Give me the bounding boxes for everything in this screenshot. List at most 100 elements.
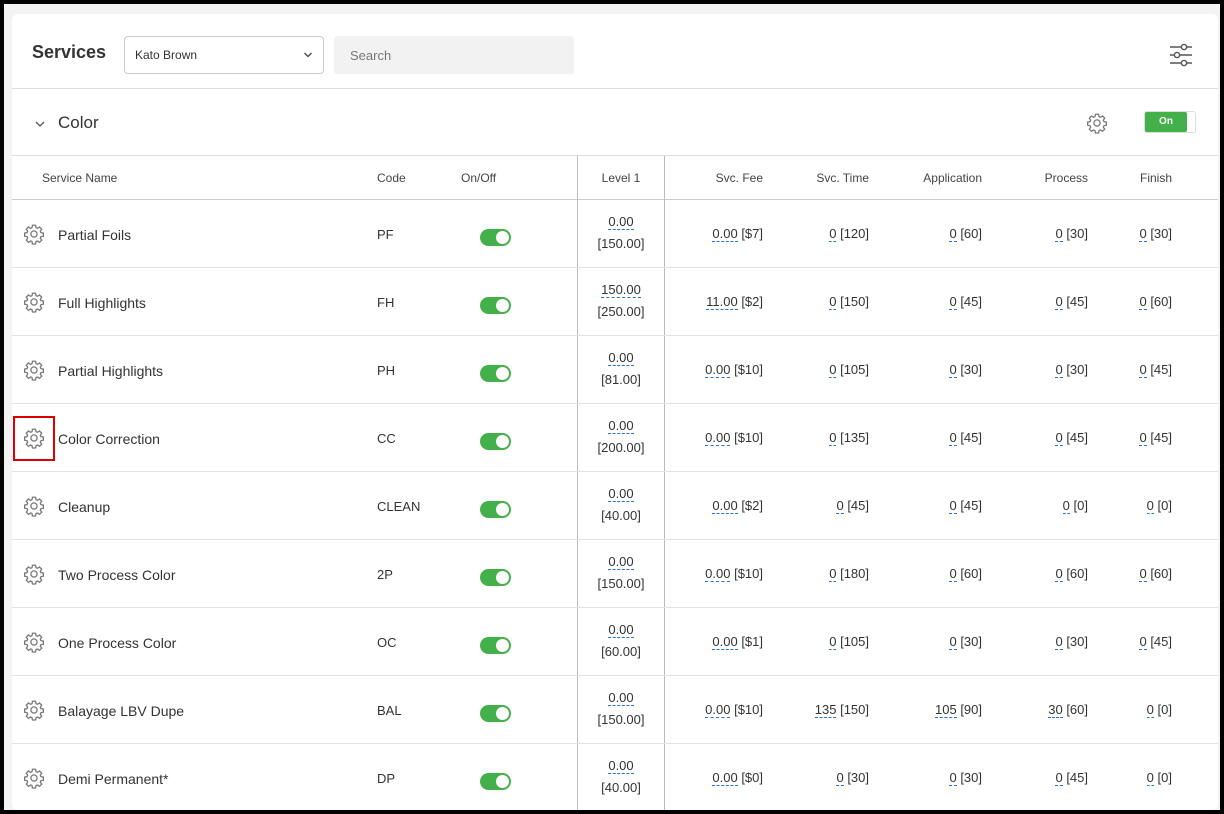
svc-fee-value[interactable]: 0.00: [705, 362, 731, 378]
svc-fee: 0.00 [$10]: [663, 362, 763, 378]
gear-icon[interactable]: [23, 427, 45, 449]
process-value[interactable]: 0: [1055, 294, 1063, 310]
service-on-toggle[interactable]: [480, 297, 511, 314]
level1-price[interactable]: 0.00: [608, 486, 634, 502]
level1-price[interactable]: 0.00: [608, 350, 634, 366]
service-code: DP: [377, 771, 396, 786]
svc-time-value[interactable]: 135: [814, 702, 837, 718]
process-value[interactable]: 0: [1055, 226, 1063, 242]
service-on-toggle[interactable]: [480, 773, 511, 790]
col-code[interactable]: Code: [377, 171, 406, 185]
level1-price[interactable]: 0.00: [608, 214, 634, 230]
col-finish[interactable]: Finish: [1072, 171, 1172, 185]
process-value[interactable]: 0: [1062, 498, 1070, 514]
gear-icon[interactable]: [23, 359, 45, 381]
finish: 0 [60]: [1072, 566, 1172, 582]
col-level1[interactable]: Level 1: [578, 171, 664, 185]
application-value[interactable]: 0: [949, 226, 957, 242]
gear-icon[interactable]: [23, 563, 45, 585]
process-value[interactable]: 30: [1048, 702, 1063, 718]
finish-value[interactable]: 0: [1146, 702, 1154, 718]
section-on-toggle[interactable]: On: [1144, 111, 1196, 133]
finish-value[interactable]: 0: [1139, 362, 1147, 378]
svc-time-value[interactable]: 0: [829, 362, 837, 378]
finish-value[interactable]: 0: [1139, 566, 1147, 582]
level1-price[interactable]: 0.00: [608, 758, 634, 774]
service-on-toggle[interactable]: [480, 637, 511, 654]
application-value[interactable]: 0: [949, 770, 957, 786]
application-value[interactable]: 0: [949, 498, 957, 514]
application-value[interactable]: 0: [949, 430, 957, 446]
svc-fee-value[interactable]: 0.00: [712, 770, 738, 786]
svc-time-value[interactable]: 0: [829, 634, 837, 650]
svc-time-value[interactable]: 0: [829, 226, 837, 242]
service-name: Cleanup: [58, 499, 111, 515]
chevron-down-icon: [304, 52, 312, 58]
service-name: Balayage LBV Dupe: [58, 703, 185, 719]
finish-value[interactable]: 0: [1139, 634, 1147, 650]
gear-icon[interactable]: [23, 699, 45, 721]
svc-time-value[interactable]: 0: [836, 498, 844, 514]
col-on-off[interactable]: On/Off: [461, 171, 496, 185]
svc-fee-value[interactable]: 0.00: [712, 226, 738, 242]
process-value[interactable]: 0: [1055, 634, 1063, 650]
svc-fee-value[interactable]: 0.00: [712, 498, 738, 514]
staff-select[interactable]: Kato Brown: [124, 36, 324, 74]
svc-fee-base: [$7]: [741, 226, 763, 241]
service-name: Color Correction: [58, 431, 160, 447]
level1-price[interactable]: 0.00: [608, 554, 634, 570]
gear-icon[interactable]: [1086, 112, 1108, 134]
table-row: Color Correction CC 0.00 [200.00] 0.00 [$10]…: [12, 404, 1218, 472]
svc-time-base: [30]: [847, 770, 869, 785]
level1-price[interactable]: 0.00: [608, 622, 634, 638]
svc-time-value[interactable]: 0: [836, 770, 844, 786]
service-on-toggle[interactable]: [480, 705, 511, 722]
service-on-toggle[interactable]: [480, 501, 511, 518]
level1-price[interactable]: 0.00: [608, 418, 634, 434]
col-service-name[interactable]: Service Name: [42, 171, 117, 185]
svc-fee-value[interactable]: 0.00: [705, 430, 731, 446]
finish-value[interactable]: 0: [1139, 430, 1147, 446]
svc-time-value[interactable]: 0: [829, 294, 837, 310]
gear-icon[interactable]: [23, 495, 45, 517]
gear-icon[interactable]: [23, 223, 45, 245]
service-on-toggle[interactable]: [480, 229, 511, 246]
application-value[interactable]: 105: [934, 702, 957, 718]
finish-value[interactable]: 0: [1139, 226, 1147, 242]
gear-icon[interactable]: [23, 291, 45, 313]
service-name: Two Process Color: [58, 567, 176, 583]
col-svc-time[interactable]: Svc. Time: [769, 171, 869, 185]
process-value[interactable]: 0: [1055, 430, 1063, 446]
chevron-down-icon[interactable]: [34, 118, 46, 130]
filter-settings-icon[interactable]: [1168, 42, 1194, 68]
level1-cell: 0.00 [60.00]: [578, 608, 664, 676]
level1-price[interactable]: 150.00: [601, 282, 641, 298]
process-value[interactable]: 0: [1055, 362, 1063, 378]
process-value[interactable]: 0: [1055, 566, 1063, 582]
svc-time: 0 [105]: [769, 362, 869, 378]
service-on-toggle[interactable]: [480, 365, 511, 382]
finish-value[interactable]: 0: [1146, 498, 1154, 514]
svc-fee-base: [$10]: [734, 430, 763, 445]
svc-time-value[interactable]: 0: [829, 430, 837, 446]
process-value[interactable]: 0: [1055, 770, 1063, 786]
application-value[interactable]: 0: [949, 362, 957, 378]
col-svc-fee[interactable]: Svc. Fee: [663, 171, 763, 185]
level1-price[interactable]: 0.00: [608, 690, 634, 706]
application-value[interactable]: 0: [949, 294, 957, 310]
application-value[interactable]: 0: [949, 634, 957, 650]
finish-value[interactable]: 0: [1139, 294, 1147, 310]
application-value[interactable]: 0: [949, 566, 957, 582]
svc-time-value[interactable]: 0: [829, 566, 837, 582]
service-on-toggle[interactable]: [480, 433, 511, 450]
gear-icon[interactable]: [23, 767, 45, 789]
service-on-toggle[interactable]: [480, 569, 511, 586]
search-input[interactable]: [334, 36, 574, 74]
svc-fee-value[interactable]: 0.00: [705, 566, 731, 582]
gear-icon[interactable]: [23, 631, 45, 653]
svc-fee-value[interactable]: 0.00: [705, 702, 731, 718]
svc-fee-value[interactable]: 0.00: [712, 634, 738, 650]
svc-fee-value[interactable]: 11.00: [706, 294, 738, 310]
col-application[interactable]: Application: [882, 171, 982, 185]
finish-value[interactable]: 0: [1146, 770, 1154, 786]
